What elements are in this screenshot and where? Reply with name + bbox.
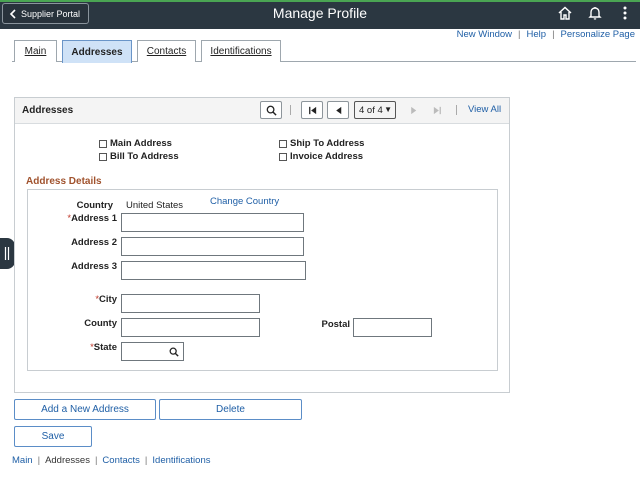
panel-title: Addresses [22, 105, 74, 116]
address1-label: *Address 1 [40, 213, 117, 224]
tab-contacts[interactable]: Contacts [137, 40, 196, 62]
state-lookup-input[interactable] [121, 342, 184, 361]
link-separator: | [552, 29, 555, 40]
address2-input[interactable] [121, 237, 304, 256]
add-new-address-button[interactable]: Add a New Address [14, 399, 156, 420]
tab-contacts-label: Contacts [146, 46, 187, 57]
home-icon[interactable] [557, 5, 573, 21]
page-select-value: 4 of 4 [359, 104, 383, 116]
invoice-label: Invoice Address [290, 151, 364, 162]
ship-to-checkbox[interactable] [279, 139, 287, 148]
search-icon[interactable] [169, 347, 179, 357]
bottom-links: Main | Addresses | Contacts | Identifica… [12, 455, 210, 466]
bottom-link-contacts[interactable]: Contacts [102, 455, 140, 466]
tab-addresses[interactable]: Addresses [62, 40, 132, 63]
bottom-link-main[interactable]: Main [12, 455, 33, 466]
first-page-button[interactable] [301, 101, 323, 119]
main-address-checkbox-row[interactable]: Main Address [99, 138, 172, 149]
ship-to-label: Ship To Address [290, 138, 365, 149]
previous-icon [335, 106, 341, 114]
personalize-page-link[interactable]: Personalize Page [561, 29, 635, 40]
tab-main[interactable]: Main [14, 40, 57, 62]
first-page-icon [308, 106, 316, 114]
county-label: County [84, 318, 117, 329]
country-value: United States [126, 200, 184, 211]
main-address-checkbox[interactable] [99, 139, 107, 148]
invoice-checkbox[interactable] [279, 152, 287, 161]
page-select[interactable]: 4 of 4 ▼ [354, 101, 396, 119]
search-icon [266, 105, 277, 116]
tab-main-label: Main [24, 46, 47, 57]
main-address-label: Main Address [110, 138, 172, 149]
address-details-title: Address Details [26, 176, 102, 187]
help-link[interactable]: Help [527, 29, 547, 40]
invoice-checkbox-row[interactable]: Invoice Address [279, 151, 363, 162]
address3-input[interactable] [121, 261, 306, 280]
city-input[interactable] [121, 294, 260, 313]
bill-to-checkbox-row[interactable]: Bill To Address [99, 151, 179, 162]
chevron-down-icon: ▼ [384, 105, 392, 114]
change-country-link[interactable]: Change Country [210, 196, 279, 207]
last-page-button [428, 101, 446, 119]
ship-to-checkbox-row[interactable]: Ship To Address [279, 138, 364, 149]
tab-identifications[interactable]: Identifications [201, 40, 281, 62]
bill-to-checkbox[interactable] [99, 152, 107, 161]
link-separator: | [518, 29, 521, 40]
next-icon [410, 106, 416, 114]
link-separator: | [37, 455, 41, 466]
drag-handle-icon [4, 247, 10, 260]
more-vertical-icon[interactable] [617, 5, 633, 21]
bottom-link-identifications[interactable]: Identifications [152, 455, 210, 466]
top-links: New Window | Help | Personalize Page [457, 29, 635, 40]
state-label: *State [40, 342, 117, 353]
view-all-link[interactable]: View All [468, 104, 501, 115]
new-window-link[interactable]: New Window [457, 29, 512, 40]
county-input[interactable] [121, 318, 260, 337]
country-label: Country [76, 200, 113, 211]
address2-label: Address 2 [71, 237, 117, 248]
page-title: Manage Profile [272, 5, 368, 21]
last-page-icon [433, 106, 441, 114]
link-separator: | [94, 455, 98, 466]
tab-addresses-label: Addresses [71, 46, 123, 58]
postal-label: Postal [321, 319, 350, 330]
previous-page-button[interactable] [327, 101, 349, 119]
next-page-button [404, 101, 422, 119]
toolbar-divider [290, 105, 291, 115]
tab-identifications-label: Identifications [210, 46, 272, 57]
link-separator: | [144, 455, 148, 466]
bottom-link-addresses: Addresses [45, 455, 90, 466]
bill-to-label: Bill To Address [110, 151, 179, 162]
save-button[interactable]: Save [14, 426, 92, 447]
address1-input[interactable] [121, 213, 304, 232]
postal-input[interactable] [353, 318, 432, 337]
delete-button[interactable]: Delete [159, 399, 302, 420]
state-label-text: State [93, 342, 117, 353]
side-panel-handle[interactable] [0, 238, 15, 269]
city-label-text: City [99, 294, 117, 305]
toolbar-divider [456, 105, 457, 115]
address3-label: Address 3 [71, 261, 117, 272]
address1-label-text: Address 1 [71, 213, 117, 224]
search-button[interactable] [260, 101, 282, 119]
city-label: *City [40, 294, 117, 305]
bell-icon[interactable] [587, 5, 603, 21]
